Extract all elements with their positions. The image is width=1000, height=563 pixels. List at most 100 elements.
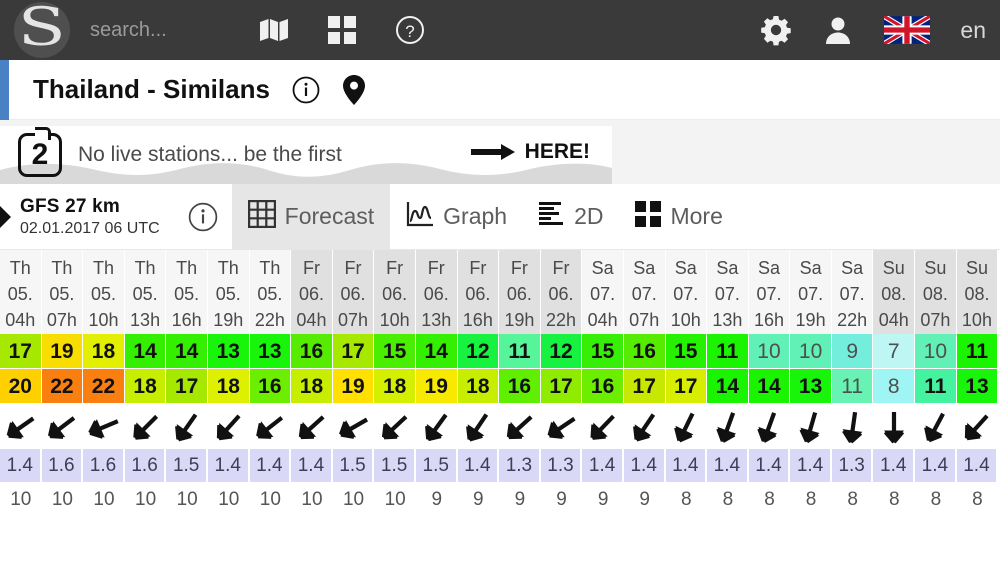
language-label[interactable]: en: [960, 17, 986, 44]
tab-2d[interactable]: 2D: [523, 184, 619, 250]
col-date: 06.: [423, 284, 449, 304]
wave-period-cell: 8: [831, 483, 874, 517]
model-and-tabs-bar: GFS 27 km 02.01.2017 06 UTC Forecast Gra…: [0, 183, 1000, 250]
forecast-column-header: Sa 07. 07h: [623, 250, 666, 334]
wind-arrow-icon: [250, 404, 292, 449]
forecast-column-header: Sa 07. 16h: [748, 250, 791, 334]
wave-height-cell: 1.4: [915, 449, 957, 483]
wind-arrow-icon: [541, 404, 583, 449]
wave-height-cell: 1.5: [415, 449, 458, 483]
info-circle-icon[interactable]: [292, 76, 320, 104]
wind-gusts-cell: 18: [124, 369, 167, 404]
col-date: 05.: [174, 284, 200, 304]
col-hour: 19h: [795, 310, 826, 330]
col-date: 06.: [465, 284, 491, 304]
tab-more[interactable]: More: [619, 184, 738, 250]
wind-gusts-cell: 16: [582, 369, 624, 404]
col-hour: 04h: [5, 310, 36, 330]
map-icon[interactable]: [258, 14, 290, 46]
wind-gusts-cell: 13: [790, 369, 832, 404]
wind-gusts-cell: 18: [291, 369, 333, 404]
forecast-column-header: Sa 07. 10h: [665, 250, 708, 334]
forecast-column-header: Sa 07. 22h: [831, 250, 874, 334]
wind-gusts-cell: 20: [0, 369, 42, 404]
wave-period-cell: 10: [374, 483, 416, 517]
promo-banner[interactable]: 2 No live stations... be the first HERE!: [0, 126, 612, 184]
wind-speed-cell: 14: [166, 334, 208, 369]
col-hour: 07h: [629, 310, 660, 330]
col-day: Th: [176, 258, 198, 278]
wind-arrow-icon: [125, 404, 167, 449]
top-icon-group: ?: [258, 14, 426, 46]
tab-2d-label: 2D: [574, 203, 604, 229]
wave-height-cell: 1.4: [457, 449, 500, 483]
chevron-left-icon[interactable]: [0, 205, 14, 228]
wave-height-cell: 1.4: [623, 449, 666, 483]
map-pin-icon[interactable]: [342, 74, 366, 105]
wave-height-cell: 1.4: [707, 449, 749, 483]
model-info-icon[interactable]: [188, 202, 218, 232]
wave-period-cell: 10: [207, 483, 250, 517]
wind-speed-cell: 16: [623, 334, 666, 369]
wind-arrow-icon: [790, 404, 832, 449]
forecast-column-header: Fr 06. 16h: [457, 250, 500, 334]
col-hour: 13h: [712, 310, 743, 330]
promo-cta[interactable]: HERE!: [470, 140, 590, 164]
wind-arrow-icon: [499, 404, 541, 449]
wave-period-cell: 8: [790, 483, 832, 517]
gear-icon[interactable]: [760, 14, 792, 46]
svg-text:?: ?: [405, 22, 414, 41]
wave-period-cell: 9: [499, 483, 541, 517]
top-right-group: en: [760, 0, 986, 60]
tab-forecast[interactable]: Forecast: [231, 183, 391, 250]
wind-gusts-cell: 8: [873, 369, 916, 404]
forecast-column-header: Th 05. 22h: [249, 250, 292, 334]
wave-period-cell: 10: [332, 483, 375, 517]
wind-speed-cell: 12: [457, 334, 500, 369]
col-date: 05.: [90, 284, 116, 304]
spot-accent-bar: [0, 59, 9, 120]
user-icon[interactable]: [822, 14, 854, 46]
col-hour: 22h: [837, 310, 868, 330]
site-logo[interactable]: S: [0, 0, 84, 60]
wave-height-cell: 1.4: [665, 449, 708, 483]
col-hour: 16h: [171, 310, 202, 330]
uk-flag-icon[interactable]: [884, 16, 931, 44]
forecast-column-header: Sa 07. 13h: [707, 250, 749, 334]
wind-arrow-icon: [582, 404, 624, 449]
wave-period-cell: 8: [956, 483, 999, 517]
grid-apps-icon[interactable]: [326, 14, 358, 46]
wave-period-cell: 10: [249, 483, 292, 517]
wind-gusts-cell: 17: [665, 369, 708, 404]
wave-period-cell: 10: [83, 483, 125, 517]
wind-arrow-icon: [0, 404, 42, 449]
wave-height-cell: 1.4: [956, 449, 999, 483]
col-date: 07.: [673, 284, 699, 304]
wind-arrow-icon: [957, 404, 999, 449]
forecast-column-header: Th 05. 04h: [0, 250, 42, 334]
col-day: Fr: [552, 258, 570, 278]
col-day: Sa: [633, 258, 656, 278]
wave-height-cell: 1.4: [249, 449, 292, 483]
forecast-column-header: Fr 06. 22h: [540, 250, 583, 334]
wave-period-cell: 8: [873, 483, 916, 517]
wind-gusts-cell: 19: [332, 369, 375, 404]
wave-height-cell: 1.3: [540, 449, 583, 483]
table-grid-icon: [247, 199, 276, 233]
forecast-column-header: Sa 07. 04h: [582, 250, 624, 334]
wind-gusts-cell: 18: [374, 369, 416, 404]
tab-graph[interactable]: Graph: [390, 184, 523, 250]
col-day: Th: [259, 258, 281, 278]
wind-arrow-icon: [458, 404, 500, 449]
wind-gusts-cell: 22: [83, 369, 125, 404]
col-date: 05.: [215, 284, 241, 304]
wave-height-cell: 1.4: [748, 449, 791, 483]
help-circle-icon[interactable]: ?: [394, 14, 426, 46]
col-day: Th: [134, 258, 156, 278]
wave-period-cell: 8: [707, 483, 749, 517]
wave-height-cell: 1.6: [41, 449, 84, 483]
col-date: 08.: [881, 284, 907, 304]
search-input[interactable]: [90, 18, 240, 42]
wind-speed-row: 17 19 18 14 14 13 13 16 17 15 14 12 11 12 15 16 15 11 10 10…: [0, 334, 1000, 369]
wave-period-cell: 10: [0, 483, 42, 517]
